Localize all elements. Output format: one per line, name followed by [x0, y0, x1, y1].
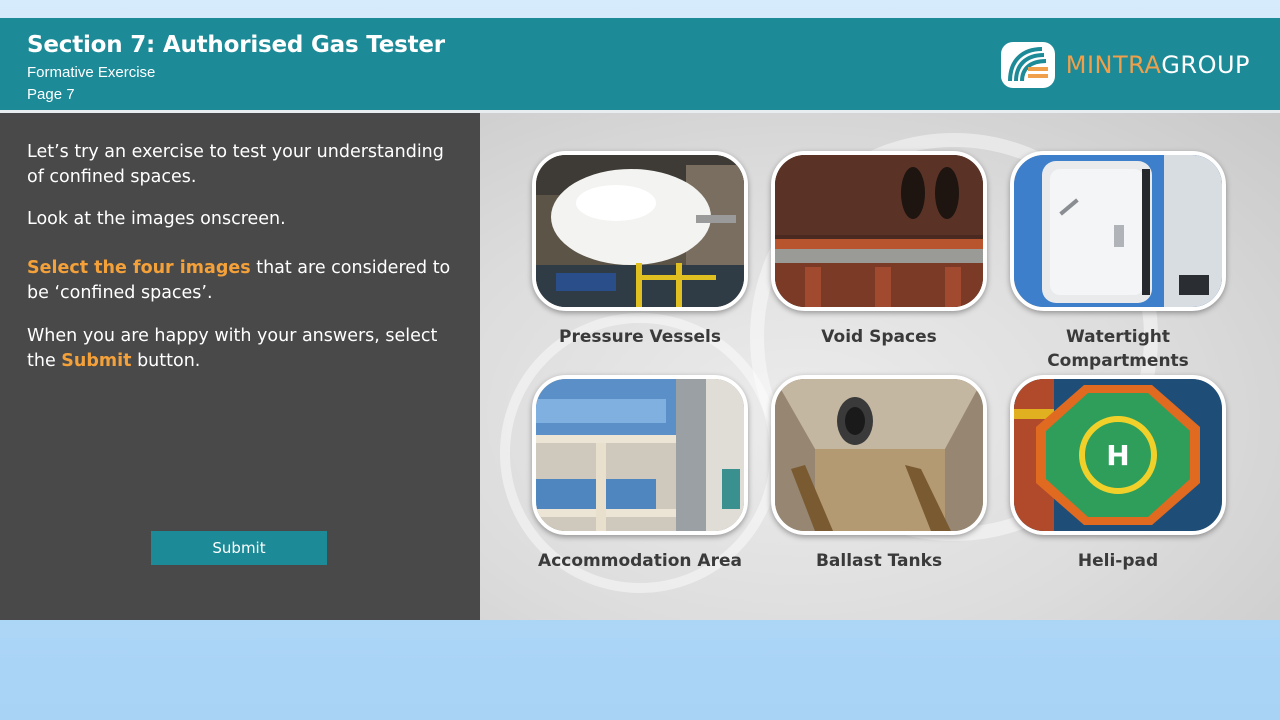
instruction-select-highlight: Select the four images	[27, 258, 251, 278]
option-image-frame[interactable]	[1010, 151, 1226, 311]
option-heli-pad[interactable]: H Heli-pad	[1008, 375, 1228, 573]
page-number: Page 7	[27, 86, 75, 103]
option-ballast-tanks[interactable]: Ballast Tanks	[769, 375, 989, 573]
watertight-door-image	[1014, 155, 1222, 307]
void-space-image	[775, 155, 983, 307]
option-label: Accommodation Area	[538, 551, 742, 571]
instruction-submit: When you are happy with your answers, se…	[27, 324, 457, 374]
header-bar: Section 7: Authorised Gas Tester Formati…	[0, 18, 1280, 113]
mintra-logo: MINTRA GROUP	[1000, 40, 1250, 90]
instruction-intro: Let’s try an exercise to test your under…	[27, 142, 444, 187]
option-pressure-vessels[interactable]: Pressure Vessels	[530, 151, 750, 349]
option-image-frame[interactable]	[771, 151, 987, 311]
image-options-panel: Pressure Vessels Void Spaces Watertight …	[480, 113, 1280, 620]
option-label: Pressure Vessels	[558, 327, 721, 347]
logo-text-mintra: MINTRA	[1065, 51, 1162, 79]
option-void-spaces[interactable]: Void Spaces	[769, 151, 989, 349]
accommodation-image	[536, 379, 744, 531]
instruction-select: Select the four images that are consider…	[27, 256, 457, 306]
svg-text:H: H	[1106, 439, 1129, 472]
option-image-frame[interactable]	[532, 151, 748, 311]
option-label: Void Spaces	[821, 327, 937, 347]
instructions-panel: Let’s try an exercise to test your under…	[0, 113, 480, 620]
submit-button[interactable]: Submit	[151, 531, 327, 565]
mintra-logo-icon	[1000, 42, 1055, 88]
instruction-look: Look at the images onscreen.	[27, 209, 286, 229]
option-image-frame[interactable]: H	[1010, 375, 1226, 535]
option-label: Ballast Tanks	[815, 551, 943, 571]
instruction-submit-after: button.	[131, 351, 201, 371]
page-title: Section 7: Authorised Gas Tester	[27, 32, 445, 58]
option-accommodation-area[interactable]: Accommodation Area	[530, 375, 750, 573]
pressure-vessel-image	[536, 155, 744, 307]
ballast-tank-image	[775, 379, 983, 531]
option-label: Heli-pad	[1077, 551, 1159, 571]
option-watertight-compartments[interactable]: Watertight Compartments	[1008, 151, 1228, 373]
logo-text-group: GROUP	[1161, 51, 1250, 79]
option-image-frame[interactable]	[771, 375, 987, 535]
option-image-frame[interactable]	[532, 375, 748, 535]
option-label: Watertight Compartments	[1047, 327, 1189, 371]
page-subtitle: Formative Exercise	[27, 64, 156, 81]
slide: Section 7: Authorised Gas Tester Formati…	[0, 18, 1280, 620]
helipad-image: H	[1014, 379, 1222, 531]
instruction-submit-highlight: Submit	[61, 351, 132, 371]
